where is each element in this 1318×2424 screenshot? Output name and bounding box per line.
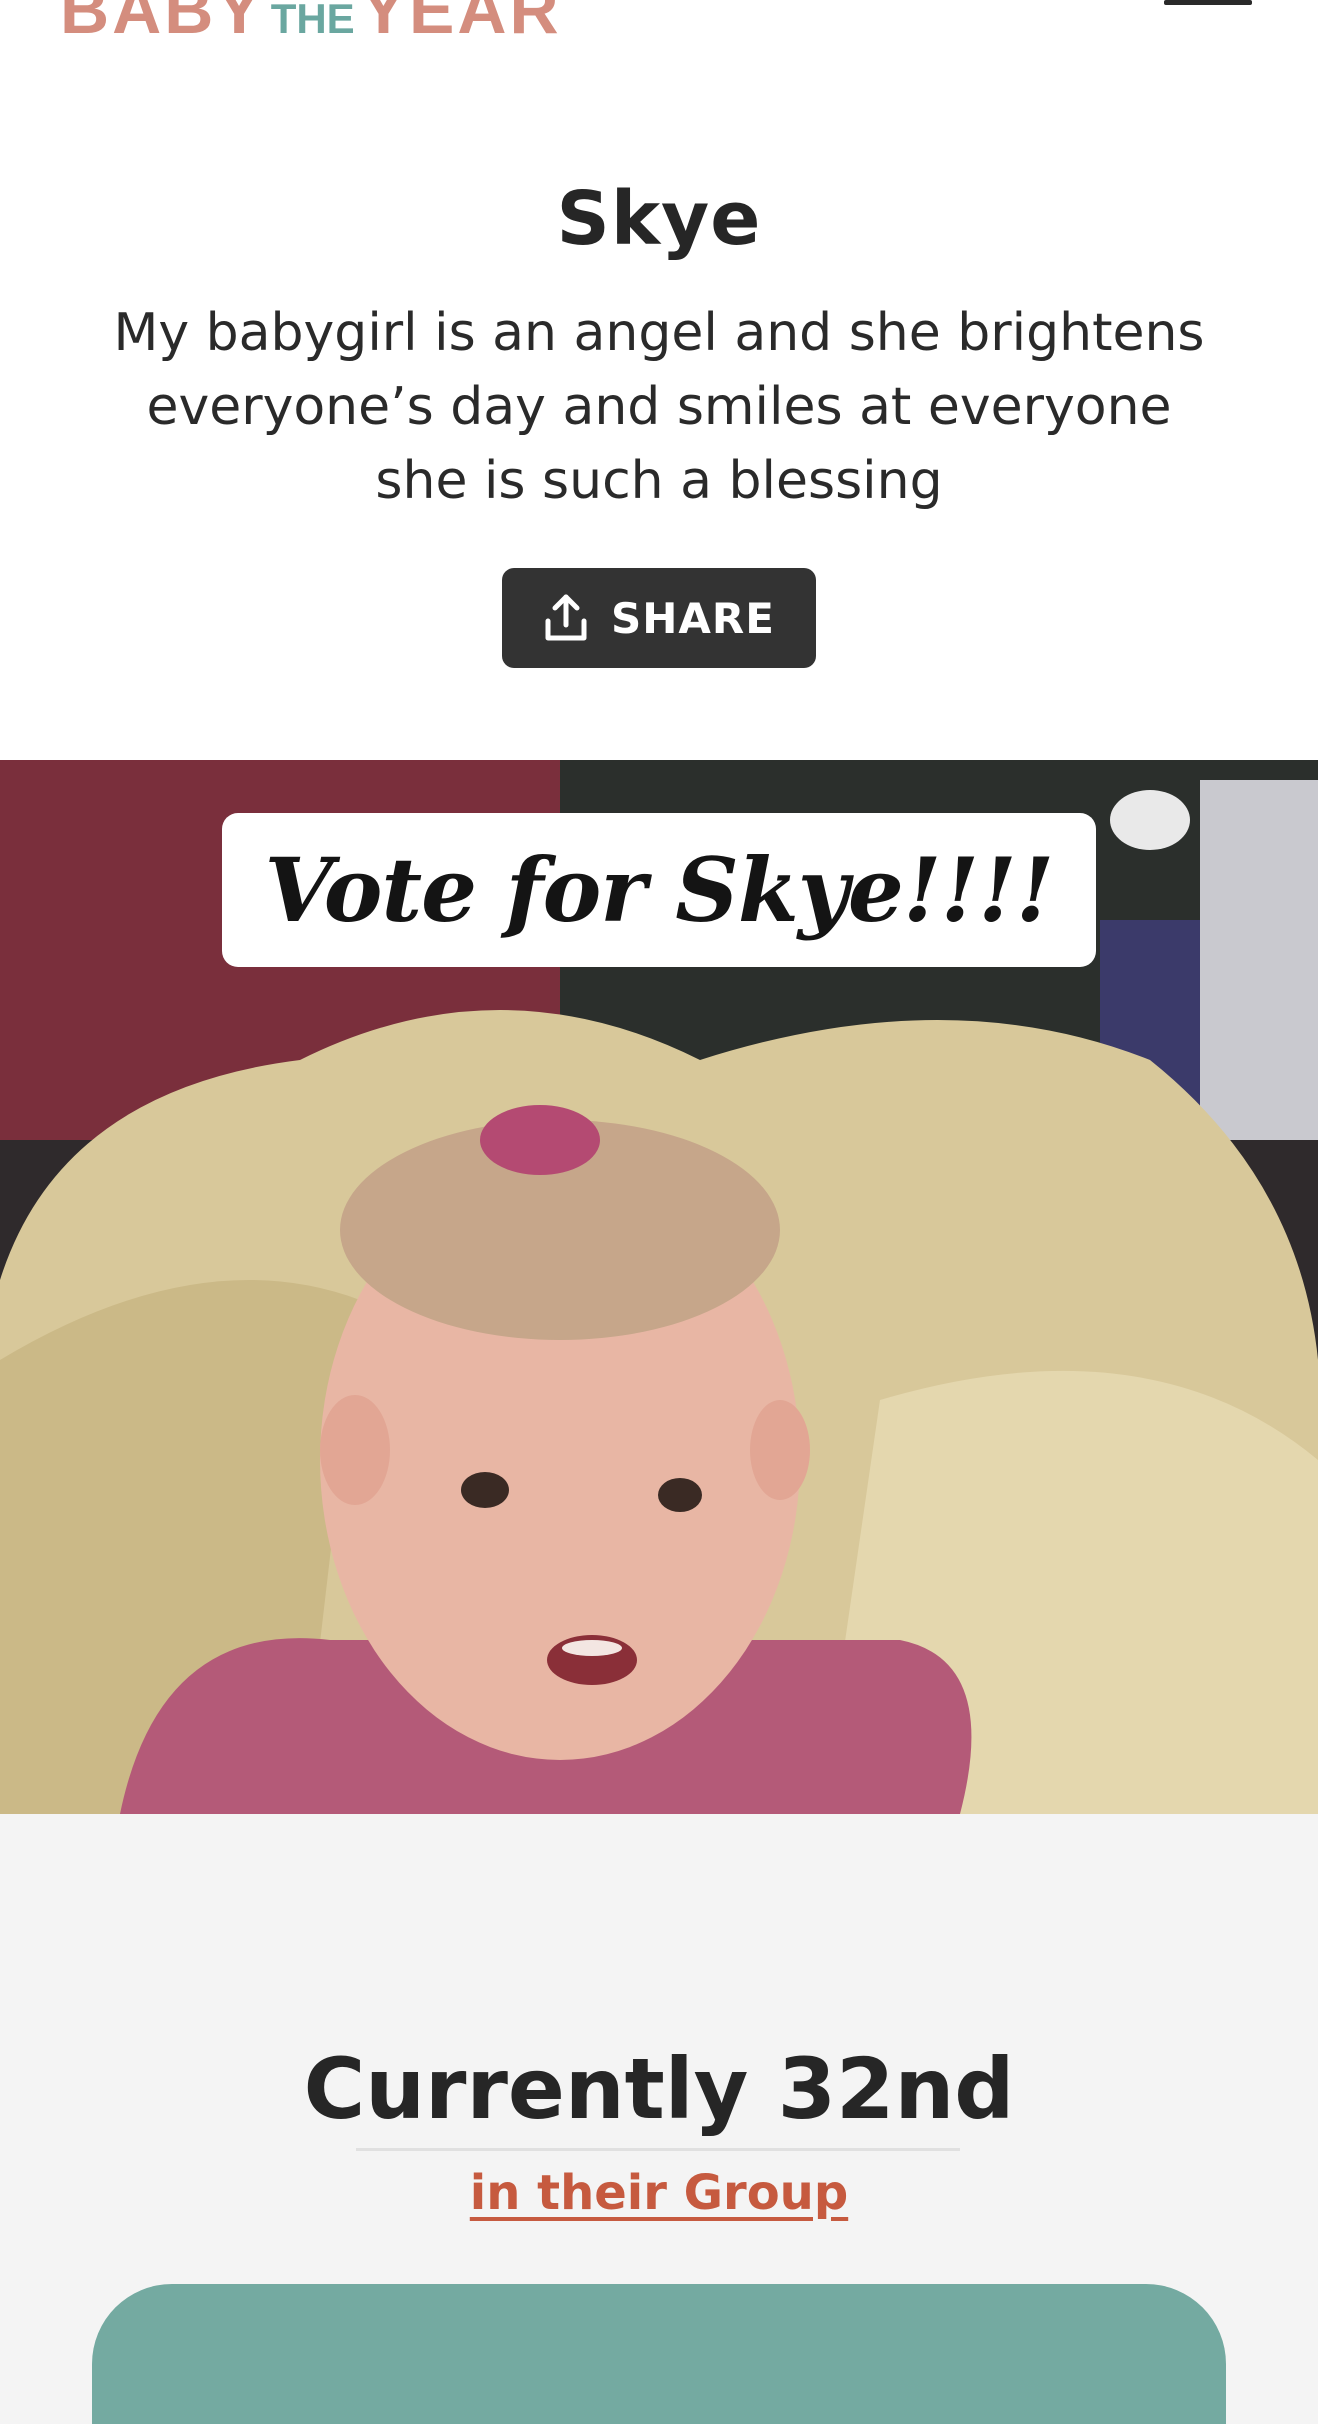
group-link[interactable]: in their Group: [0, 2165, 1318, 2221]
ranking-divider: [356, 2148, 960, 2151]
baby-name: Skye: [556, 176, 762, 262]
vote-button[interactable]: [92, 2284, 1226, 2424]
hamburger-menu-icon[interactable]: [1164, 0, 1252, 5]
baby-bio: My babygirl is an angel and she brighten…: [113, 303, 1205, 511]
photo-caption: Vote for Skye!!!!: [222, 813, 1096, 967]
profile-intro: Skye My babygirl is an angel and she bri…: [0, 76, 1318, 760]
logo-word-the: THE: [270, 0, 355, 42]
site-logo[interactable]: BABY THEYEAR: [60, 0, 562, 44]
upload-share-icon: [543, 593, 589, 643]
logo-word-baby: BABY: [60, 0, 265, 48]
ranking-title: Currently 32nd: [303, 2040, 1015, 2138]
site-header: BABY THEYEAR: [0, 0, 1318, 78]
share-label: SHARE: [611, 593, 775, 643]
baby-photo: Vote for Skye!!!!: [0, 760, 1318, 1814]
share-button[interactable]: SHARE: [502, 568, 816, 668]
logo-word-year: YEAR: [360, 0, 562, 48]
